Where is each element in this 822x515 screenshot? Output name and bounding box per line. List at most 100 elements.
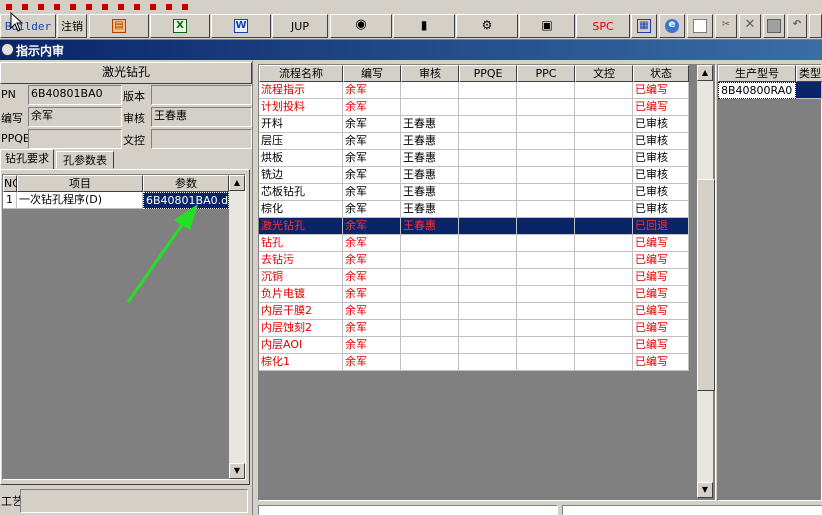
flow-cell-ppqe[interactable] [459, 133, 517, 150]
flow-cell-ppc[interactable] [517, 184, 575, 201]
flow-cell-ppqe[interactable] [459, 218, 517, 235]
flow-cell-author[interactable]: 余军 [343, 252, 401, 269]
flow-cell-name[interactable]: 激光钻孔 [259, 218, 343, 235]
flow-cell-doc[interactable] [575, 150, 633, 167]
flow-cell-ppqe[interactable] [459, 354, 517, 371]
flow-cell-ppc[interactable] [517, 218, 575, 235]
flow-cell-ppc[interactable] [517, 286, 575, 303]
flow-cell-ppc[interactable] [517, 201, 575, 218]
flow-cell-doc[interactable] [575, 286, 633, 303]
flow-cell-ppqe[interactable] [459, 99, 517, 116]
flow-cell-doc[interactable] [575, 218, 633, 235]
flow-cell-doc[interactable] [575, 354, 633, 371]
flow-cell-status[interactable]: 已审核 [633, 184, 689, 201]
flow-cell-ppc[interactable] [517, 235, 575, 252]
flow-cell-doc[interactable] [575, 133, 633, 150]
model-row-value[interactable]: 8B40800RA0 [718, 82, 796, 99]
flow-cell-author[interactable]: 余军 [343, 116, 401, 133]
model-row-type[interactable] [796, 82, 822, 99]
flow-cell-ppqe[interactable] [459, 235, 517, 252]
delete-button[interactable]: ✕ [739, 14, 761, 38]
flow-cell-status[interactable]: 已审核 [633, 133, 689, 150]
flow-cell-name[interactable]: 棕化1 [259, 354, 343, 371]
flow-cell-doc[interactable] [575, 184, 633, 201]
flow-cell-doc[interactable] [575, 320, 633, 337]
review-field[interactable]: 王春惠 [151, 107, 252, 127]
flow-cell-author[interactable]: 余军 [343, 218, 401, 235]
flow-cell-review[interactable]: 王春惠 [401, 184, 459, 201]
undo-button[interactable]: ↶ [787, 14, 807, 38]
flow-cell-status[interactable]: 已审核 [633, 150, 689, 167]
flow-cell-status[interactable]: 已编写 [633, 354, 689, 371]
flow-cell-ppqe[interactable] [459, 337, 517, 354]
flow-cell-doc[interactable] [575, 235, 633, 252]
flow-cell-author[interactable]: 余军 [343, 82, 401, 99]
flow-cell-doc[interactable] [575, 116, 633, 133]
ppqe-field[interactable] [28, 129, 122, 149]
flow-cell-review[interactable] [401, 303, 459, 320]
flow-cell-review[interactable]: 王春惠 [401, 218, 459, 235]
flow-cell-name[interactable]: 内层蚀刻2 [259, 320, 343, 337]
flow-cell-name[interactable]: 内层AOI [259, 337, 343, 354]
flow-cell-status[interactable]: 已编写 [633, 82, 689, 99]
flow-cell-author[interactable]: 余军 [343, 150, 401, 167]
flow-cell-doc[interactable] [575, 201, 633, 218]
flow-cell-ppqe[interactable] [459, 303, 517, 320]
view-button[interactable]: ◉ [330, 14, 392, 38]
calendar-button[interactable]: ▦ [631, 14, 657, 38]
doc-control-field[interactable] [151, 129, 252, 149]
flow-cell-ppqe[interactable] [459, 201, 517, 218]
scroll-down-icon[interactable]: ▼ [229, 463, 245, 479]
tab-drill-requirements[interactable]: 钻孔要求 [0, 149, 54, 169]
logout-button[interactable]: 注销 [57, 14, 87, 38]
drill-grid-scrollbar[interactable]: ▲ ▼ [229, 175, 245, 479]
flow-cell-review[interactable] [401, 320, 459, 337]
flow-cell-status[interactable]: 已回退 [633, 218, 689, 235]
flow-cell-doc[interactable] [575, 99, 633, 116]
flow-cell-ppc[interactable] [517, 116, 575, 133]
flow-cell-ppc[interactable] [517, 269, 575, 286]
flow-cell-ppqe[interactable] [459, 320, 517, 337]
flow-cell-name[interactable]: 负片电镀 [259, 286, 343, 303]
flow-cell-name[interactable]: 层压 [259, 133, 343, 150]
ie-button[interactable]: e [659, 14, 685, 38]
flow-cell-ppqe[interactable] [459, 252, 517, 269]
grid-row-no[interactable]: 1 [3, 192, 17, 209]
flow-cell-ppc[interactable] [517, 320, 575, 337]
flow-cell-author[interactable]: 余军 [343, 337, 401, 354]
flow-cell-author[interactable]: 余军 [343, 167, 401, 184]
scroll-thumb[interactable] [697, 179, 715, 391]
flow-cell-status[interactable]: 已编写 [633, 320, 689, 337]
flow-cell-review[interactable] [401, 235, 459, 252]
flow-cell-status[interactable]: 已审核 [633, 167, 689, 184]
flow-cell-name[interactable]: 芯板钻孔 [259, 184, 343, 201]
flow-cell-review[interactable]: 王春惠 [401, 116, 459, 133]
flow-cell-status[interactable]: 已编写 [633, 337, 689, 354]
flow-cell-ppc[interactable] [517, 150, 575, 167]
more-button[interactable] [809, 14, 822, 38]
flow-cell-doc[interactable] [575, 252, 633, 269]
flow-cell-name[interactable]: 流程指示 [259, 82, 343, 99]
flow-cell-ppc[interactable] [517, 354, 575, 371]
flow-cell-author[interactable]: 余军 [343, 184, 401, 201]
flow-cell-ppqe[interactable] [459, 116, 517, 133]
version-field[interactable] [151, 85, 252, 105]
flow-cell-author[interactable]: 余军 [343, 235, 401, 252]
bottom-field-left[interactable] [258, 505, 558, 515]
pn-field[interactable]: 6B40801BA0 [28, 85, 122, 105]
flow-cell-author[interactable]: 余军 [343, 303, 401, 320]
flow-cell-name[interactable]: 沉铜 [259, 269, 343, 286]
flow-cell-status[interactable]: 已审核 [633, 116, 689, 133]
flow-cell-name[interactable]: 去钻污 [259, 252, 343, 269]
flow-cell-ppc[interactable] [517, 99, 575, 116]
flow-cell-ppqe[interactable] [459, 150, 517, 167]
flow-cell-review[interactable] [401, 82, 459, 99]
process-field[interactable] [20, 489, 248, 513]
flow-cell-status[interactable]: 已编写 [633, 286, 689, 303]
flow-cell-author[interactable]: 余军 [343, 354, 401, 371]
flow-cell-status[interactable]: 已编写 [633, 235, 689, 252]
report-button[interactable]: ▤ [89, 14, 149, 38]
flow-cell-name[interactable]: 烘板 [259, 150, 343, 167]
flow-cell-review[interactable]: 王春惠 [401, 133, 459, 150]
flow-cell-name[interactable]: 内层干膜2 [259, 303, 343, 320]
